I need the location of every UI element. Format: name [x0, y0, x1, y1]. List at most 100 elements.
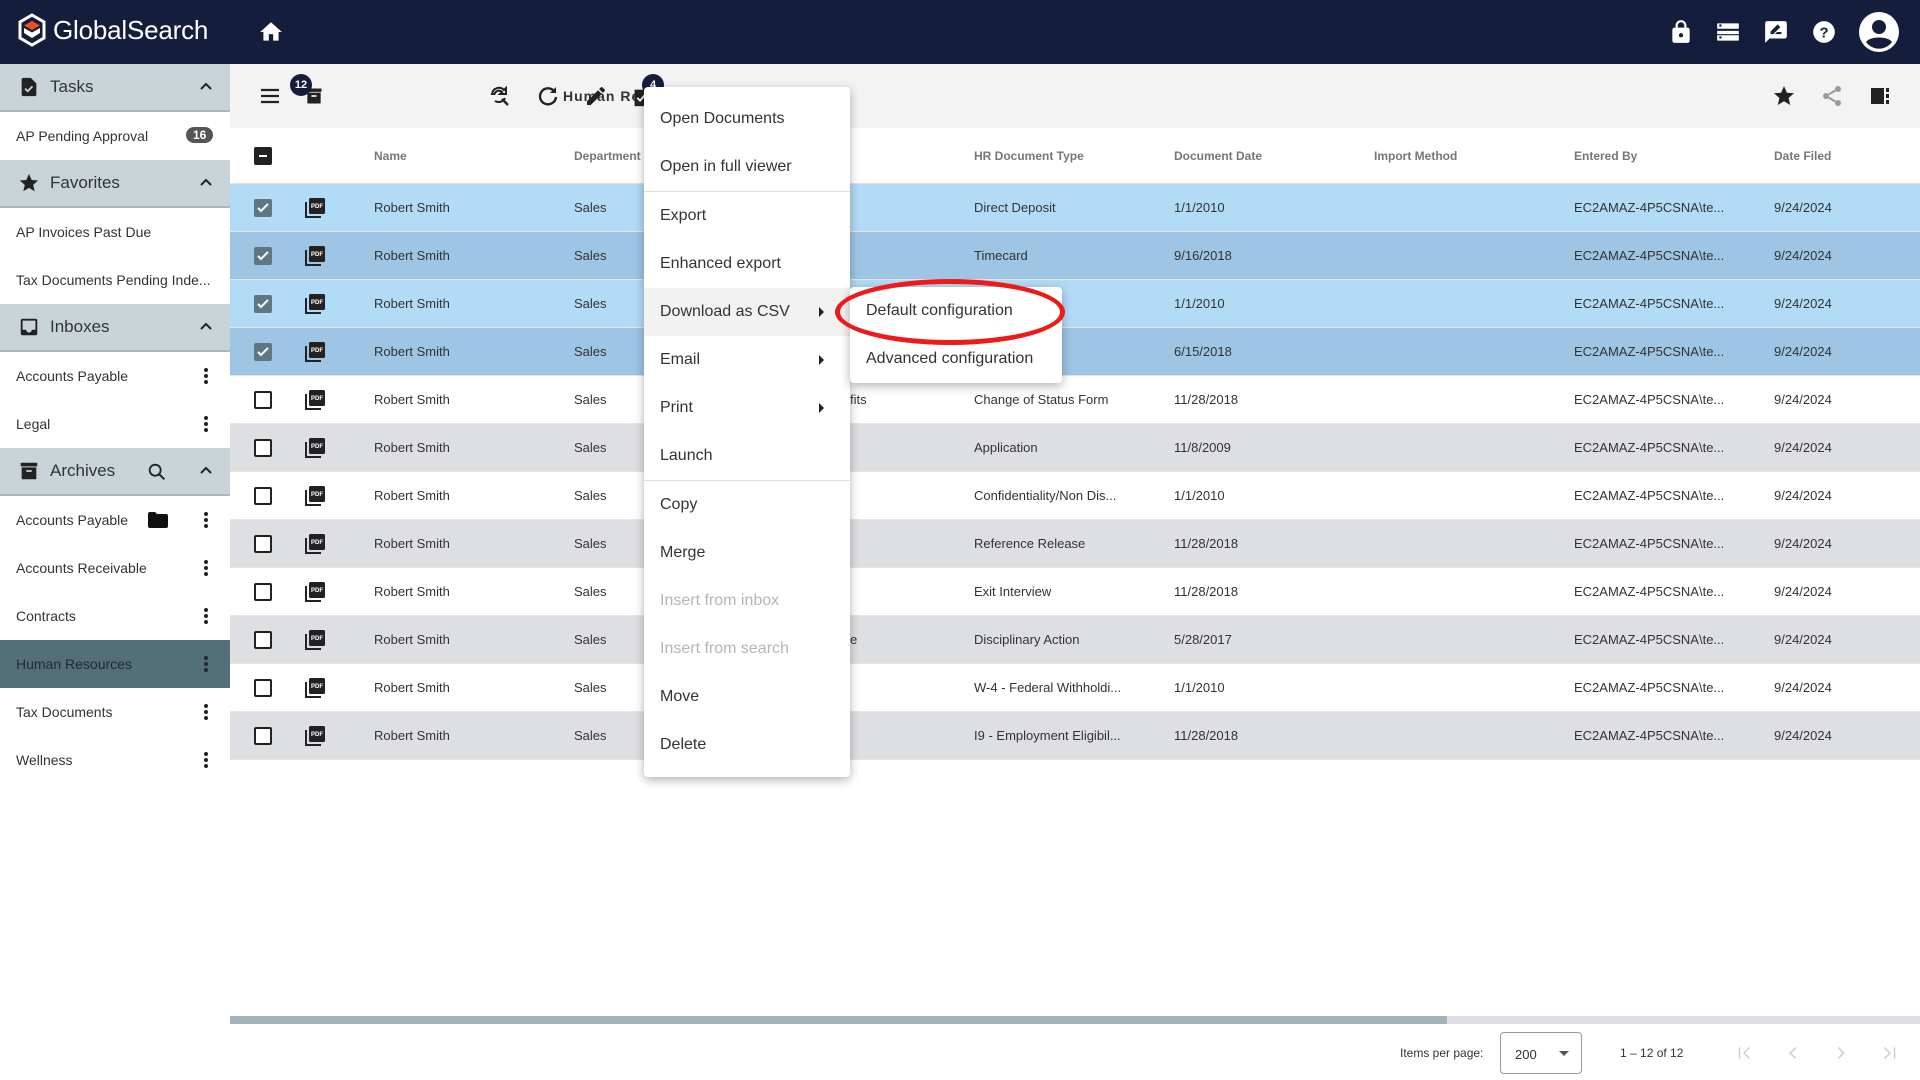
- scrollbar-thumb[interactable]: [230, 1016, 1447, 1024]
- feedback-icon[interactable]: [1763, 19, 1789, 45]
- storage-icon[interactable]: [1715, 19, 1741, 45]
- more-vert-icon[interactable]: [196, 366, 216, 386]
- column-header-entered-by[interactable]: Entered By: [1574, 149, 1637, 163]
- pdf-document-icon[interactable]: PDF: [304, 629, 326, 651]
- help-icon[interactable]: ?: [1811, 19, 1837, 45]
- table-row[interactable]: PDF Robert Smith Sales Exit Interview 11/28/…: [230, 568, 1920, 616]
- pdf-document-icon[interactable]: PDF: [304, 293, 326, 315]
- pdf-document-icon[interactable]: PDF: [304, 245, 326, 267]
- table-row[interactable]: PDF Robert Smith Sales e Disciplinary Action…: [230, 616, 1920, 664]
- column-header-department[interactable]: Department: [574, 149, 641, 163]
- pdf-document-icon[interactable]: PDF: [304, 677, 326, 699]
- pdf-document-icon[interactable]: PDF: [304, 437, 326, 459]
- sidebar-section-inboxes[interactable]: Inboxes: [0, 304, 230, 352]
- column-header-document-date[interactable]: Document Date: [1174, 149, 1262, 163]
- sidebar-item-inbox-accounts-payable[interactable]: Accounts Payable: [0, 352, 230, 400]
- sidebar-item-archive-accounts-receivable[interactable]: Accounts Receivable: [0, 544, 230, 592]
- table-row[interactable]: PDF Robert Smith Sales Application 11/8/2009…: [230, 424, 1920, 472]
- edit-icon[interactable]: [584, 84, 608, 108]
- sidebar-item-archive-human-resources[interactable]: Human Resources: [0, 640, 230, 688]
- search-icon[interactable]: [146, 461, 168, 483]
- sidebar-section-favorites[interactable]: Favorites: [0, 160, 230, 208]
- pdf-document-icon[interactable]: PDF: [304, 533, 326, 555]
- more-vert-icon[interactable]: [196, 606, 216, 626]
- more-vert-icon[interactable]: [196, 750, 216, 770]
- column-header-hr-document-type[interactable]: HR Document Type: [974, 149, 1084, 163]
- menu-item-email[interactable]: Email: [644, 336, 850, 384]
- row-checkbox[interactable]: [254, 679, 272, 697]
- select-all-checkbox[interactable]: [254, 147, 272, 165]
- row-checkbox[interactable]: [254, 439, 272, 457]
- sidebar-item-inbox-legal[interactable]: Legal: [0, 400, 230, 448]
- column-header-name[interactable]: Name: [374, 149, 407, 163]
- menu-item-download-as-csv[interactable]: Download as CSV: [644, 288, 850, 336]
- search-refresh-icon[interactable]: [488, 84, 512, 108]
- account-icon[interactable]: [1858, 11, 1900, 53]
- more-vert-icon[interactable]: [196, 414, 216, 434]
- horizontal-scrollbar[interactable]: [230, 1016, 1920, 1024]
- submenu-item-advanced-configuration[interactable]: Advanced configuration: [850, 335, 1062, 383]
- menu-item-copy[interactable]: Copy: [644, 481, 850, 529]
- home-icon[interactable]: [258, 19, 284, 45]
- more-vert-icon[interactable]: [196, 510, 216, 530]
- menu-item-launch[interactable]: Launch: [644, 432, 850, 480]
- sidebar-item-tax-documents-pending[interactable]: Tax Documents Pending Inde...: [0, 256, 230, 304]
- share-icon[interactable]: [1820, 84, 1844, 108]
- column-panel-icon[interactable]: [1868, 84, 1892, 108]
- sidebar-section-archives[interactable]: Archives: [0, 448, 230, 496]
- items-per-page-select[interactable]: 200: [1500, 1032, 1582, 1074]
- sidebar-item-archive-wellness[interactable]: Wellness: [0, 736, 230, 784]
- table-row[interactable]: PDF Robert Smith Sales Direct Deposit 1/1/20…: [230, 184, 1920, 232]
- sidebar-item-ap-invoices-past-due[interactable]: AP Invoices Past Due: [0, 208, 230, 256]
- pdf-document-icon[interactable]: PDF: [304, 197, 326, 219]
- chevron-up-icon[interactable]: [198, 463, 214, 479]
- menu-item-move[interactable]: Move: [644, 673, 850, 721]
- row-checkbox[interactable]: [254, 487, 272, 505]
- row-checkbox[interactable]: [254, 295, 272, 313]
- sidebar-item-archive-tax-documents[interactable]: Tax Documents: [0, 688, 230, 736]
- refresh-icon[interactable]: [536, 84, 560, 108]
- table-row[interactable]: PDF Robert Smith Sales fits Change of Status…: [230, 376, 1920, 424]
- column-header-import-method[interactable]: Import Method: [1374, 149, 1457, 163]
- archive-results-button[interactable]: 12: [290, 74, 326, 108]
- menu-item-enhanced-export[interactable]: Enhanced export: [644, 240, 850, 288]
- row-checkbox[interactable]: [254, 199, 272, 217]
- app-logo[interactable]: GlobalSearch: [17, 13, 208, 47]
- next-page-icon[interactable]: [1830, 1042, 1852, 1064]
- row-checkbox[interactable]: [254, 583, 272, 601]
- column-header-date-filed[interactable]: Date Filed: [1774, 149, 1831, 163]
- chevron-up-icon[interactable]: [198, 175, 214, 191]
- table-row[interactable]: PDF Robert Smith Sales Timecard 9/16/2018 EC2…: [230, 232, 1920, 280]
- pdf-document-icon[interactable]: PDF: [304, 485, 326, 507]
- more-vert-icon[interactable]: [196, 702, 216, 722]
- table-row[interactable]: PDF Robert Smith Sales Reference Release 11/…: [230, 520, 1920, 568]
- table-row[interactable]: PDFRobert SmithSales...ew6/15/2018EC2AMA…: [230, 328, 1920, 376]
- menu-item-merge[interactable]: Merge: [644, 529, 850, 577]
- menu-icon[interactable]: [258, 84, 282, 108]
- sidebar-item-archive-contracts[interactable]: Contracts: [0, 592, 230, 640]
- sidebar-item-archive-accounts-payable[interactable]: Accounts Payable: [0, 496, 230, 544]
- more-vert-icon[interactable]: [196, 558, 216, 578]
- more-vert-icon[interactable]: [196, 654, 216, 674]
- table-row[interactable]: PDFRobert SmithSales...istration1/1/2010…: [230, 280, 1920, 328]
- row-checkbox[interactable]: [254, 631, 272, 649]
- chevron-up-icon[interactable]: [198, 79, 214, 95]
- row-checkbox[interactable]: [254, 247, 272, 265]
- last-page-icon[interactable]: [1878, 1042, 1900, 1064]
- sidebar-section-tasks[interactable]: Tasks: [0, 64, 230, 112]
- chevron-up-icon[interactable]: [198, 319, 214, 335]
- menu-item-open-in-full-viewer[interactable]: Open in full viewer: [644, 143, 850, 191]
- row-checkbox[interactable]: [254, 343, 272, 361]
- lock-icon[interactable]: [1668, 19, 1694, 45]
- previous-page-icon[interactable]: [1782, 1042, 1804, 1064]
- pdf-document-icon[interactable]: PDF: [304, 581, 326, 603]
- menu-item-export[interactable]: Export: [644, 192, 850, 240]
- menu-item-open-documents[interactable]: Open Documents: [644, 95, 850, 143]
- menu-item-delete[interactable]: Delete: [644, 721, 850, 769]
- sidebar-item-ap-pending-approval[interactable]: AP Pending Approval 16: [0, 112, 230, 160]
- row-checkbox[interactable]: [254, 727, 272, 745]
- table-row[interactable]: PDF Robert Smith Sales I9 - Employment Elig…: [230, 712, 1920, 760]
- menu-item-print[interactable]: Print: [644, 384, 850, 432]
- first-page-icon[interactable]: [1734, 1042, 1756, 1064]
- pdf-document-icon[interactable]: PDF: [304, 389, 326, 411]
